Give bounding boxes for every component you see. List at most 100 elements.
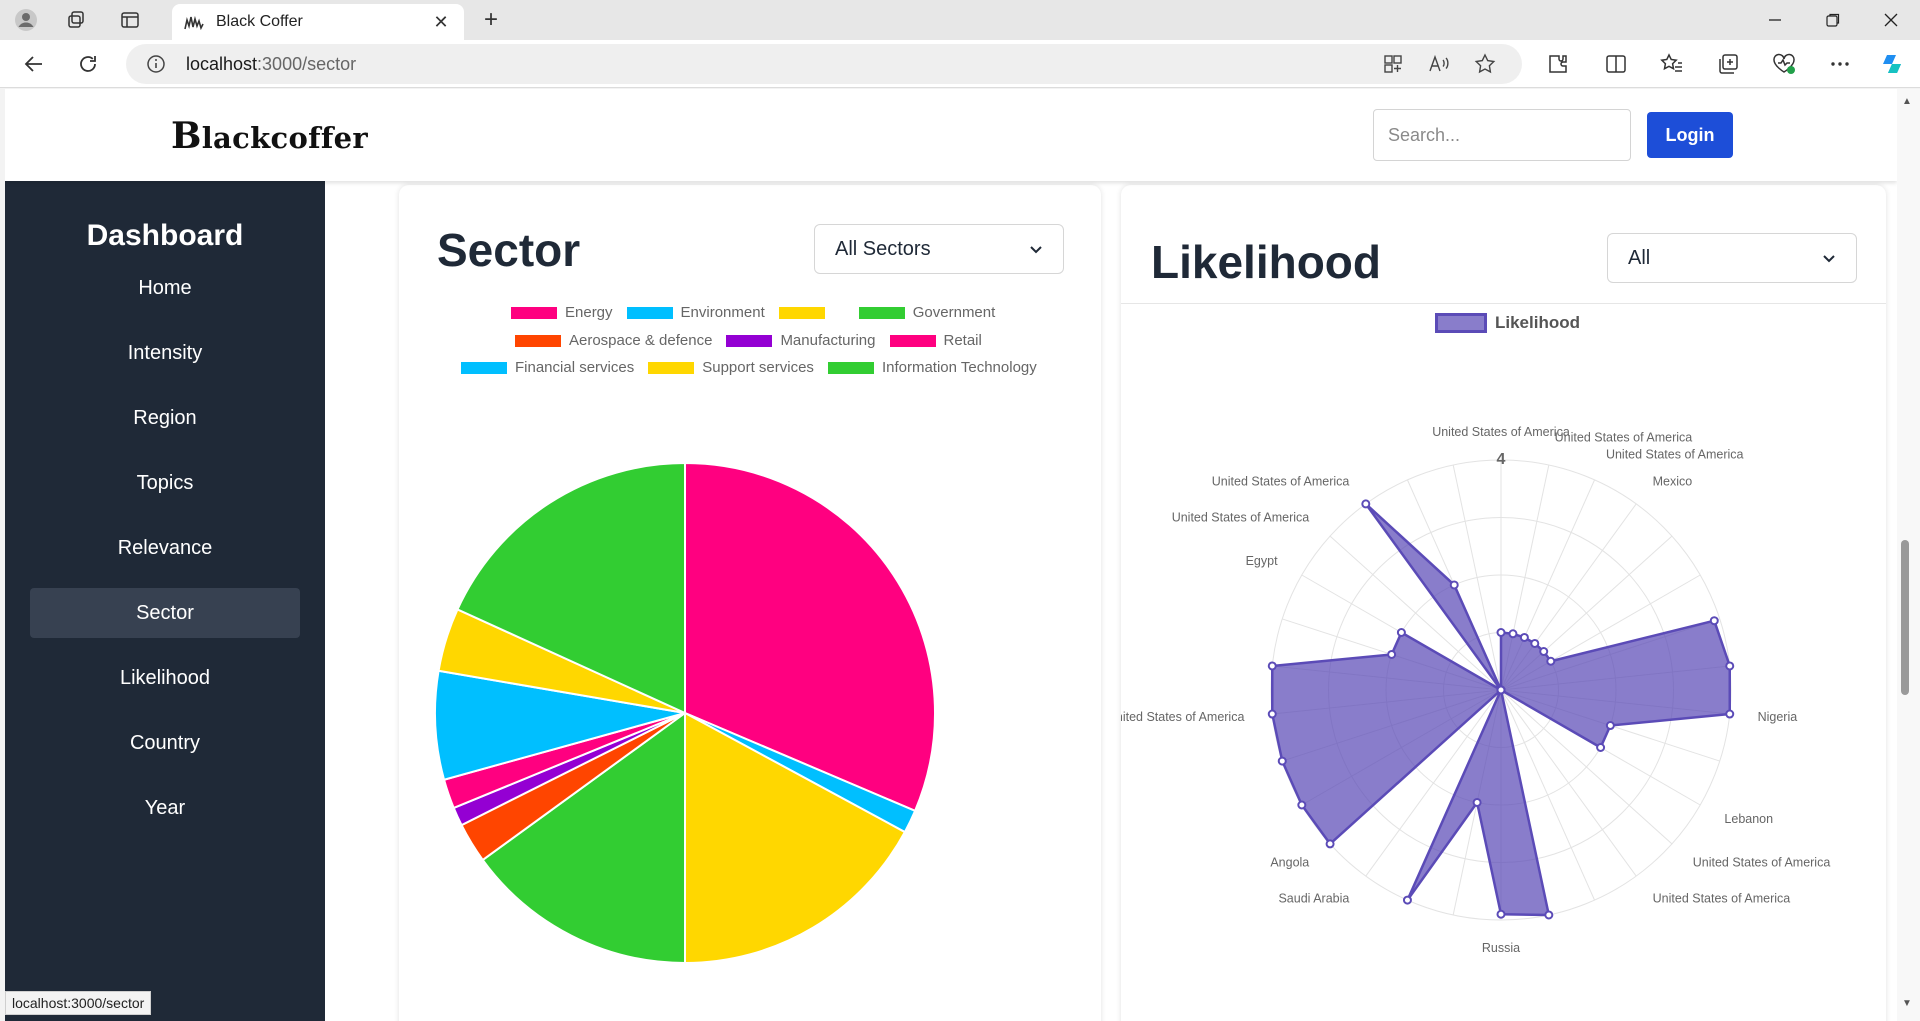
radar-point[interactable] bbox=[1709, 616, 1719, 626]
radar-point[interactable] bbox=[1472, 797, 1482, 807]
browser-essentials-icon[interactable] bbox=[1768, 49, 1800, 79]
legend-item[interactable]: Aerospace & defence bbox=[515, 332, 712, 349]
radar-point[interactable] bbox=[1508, 629, 1518, 639]
back-arrow-icon[interactable] bbox=[18, 49, 50, 79]
radar-legend-swatch bbox=[1435, 313, 1487, 333]
legend-item[interactable]: Manufacturing bbox=[726, 332, 876, 349]
restore-icon[interactable] bbox=[1804, 0, 1862, 40]
sector-pie-chart bbox=[434, 461, 936, 965]
legend-swatch bbox=[858, 306, 905, 319]
legend-item[interactable]: Environment bbox=[626, 304, 765, 321]
radar-point[interactable] bbox=[1277, 756, 1287, 766]
legend-item[interactable]: Financial services bbox=[461, 359, 634, 376]
radar-point[interactable] bbox=[1544, 910, 1554, 920]
radar-legend[interactable]: Likelihood bbox=[1435, 313, 1580, 333]
radar-point[interactable] bbox=[1539, 647, 1549, 657]
radar-legend-label: Likelihood bbox=[1495, 313, 1580, 332]
url-host: localhost bbox=[186, 54, 258, 74]
address-bar[interactable]: localhost:3000/sector bbox=[126, 44, 1522, 84]
sidebar-item-topics[interactable]: Topics bbox=[30, 458, 300, 508]
site-info-icon[interactable] bbox=[146, 54, 166, 74]
favorites-icon[interactable] bbox=[1656, 49, 1688, 79]
main-content: Sector All Sectors Energy Environment Go… bbox=[325, 181, 1897, 1021]
radar-point[interactable] bbox=[1496, 685, 1506, 695]
radar-point[interactable] bbox=[1361, 499, 1371, 509]
close-tab-icon[interactable]: ✕ bbox=[430, 12, 452, 33]
app-available-icon[interactable] bbox=[1380, 52, 1406, 76]
radar-tick-label: 4 bbox=[1497, 451, 1506, 468]
radar-point[interactable] bbox=[1725, 709, 1735, 719]
legend-item[interactable]: Government bbox=[858, 304, 995, 321]
legend-label: Retail bbox=[943, 332, 982, 349]
likelihood-select-value: All bbox=[1628, 247, 1651, 269]
extensions-icon[interactable] bbox=[1542, 49, 1574, 79]
sidebar-item-intensity[interactable]: Intensity bbox=[30, 328, 300, 378]
sidebar-item-home[interactable]: Home bbox=[30, 263, 300, 313]
search-input[interactable] bbox=[1373, 109, 1631, 161]
legend-item[interactable]: Support services bbox=[648, 359, 814, 376]
legend-item[interactable]: Energy bbox=[511, 304, 613, 321]
profile-icon[interactable] bbox=[12, 6, 40, 34]
sector-select[interactable]: All Sectors bbox=[814, 224, 1064, 274]
site-header: Blackcoffer Login bbox=[5, 89, 1897, 181]
blackcoffer-logo[interactable]: Blackcoffer bbox=[171, 115, 368, 157]
radar-axis-label: United States of America bbox=[1172, 510, 1310, 524]
legend-swatch bbox=[827, 361, 874, 374]
read-aloud-icon[interactable] bbox=[1426, 52, 1452, 76]
legend-swatch bbox=[626, 306, 673, 319]
radar-axis-label: United States of America bbox=[1212, 474, 1350, 488]
legend-row-3: Financial services Support services Info… bbox=[461, 359, 1051, 376]
favorite-star-icon[interactable] bbox=[1472, 52, 1498, 76]
legend-swatch bbox=[511, 306, 557, 319]
close-window-icon[interactable] bbox=[1862, 0, 1920, 40]
radar-point[interactable] bbox=[1267, 661, 1277, 671]
split-screen-icon[interactable] bbox=[1600, 49, 1632, 79]
legend-item[interactable]: Retail bbox=[889, 332, 982, 349]
radar-point[interactable] bbox=[1519, 632, 1529, 642]
login-button[interactable]: Login bbox=[1647, 112, 1733, 158]
radar-point[interactable] bbox=[1496, 909, 1506, 919]
legend-label: Support services bbox=[702, 359, 814, 376]
radar-point[interactable] bbox=[1325, 839, 1335, 849]
vertical-tabs-icon[interactable] bbox=[116, 6, 144, 34]
sidebar-item-year[interactable]: Year bbox=[30, 783, 300, 833]
radar-axis-label: United States of America bbox=[1653, 892, 1791, 906]
radar-point[interactable] bbox=[1496, 628, 1506, 637]
minimize-icon[interactable] bbox=[1746, 0, 1804, 40]
scrollbar-thumb[interactable] bbox=[1901, 540, 1909, 695]
new-tab-icon[interactable]: + bbox=[476, 6, 506, 36]
collections-tabs-icon[interactable] bbox=[62, 6, 90, 34]
sidebar-item-sector[interactable]: Sector bbox=[30, 588, 300, 638]
url-text[interactable]: localhost:3000/sector bbox=[186, 54, 356, 75]
radar-axis-label: Lebanon bbox=[1724, 812, 1773, 826]
collections-icon[interactable] bbox=[1712, 49, 1744, 79]
sidebar-item-region[interactable]: Region bbox=[30, 393, 300, 443]
radar-point[interactable] bbox=[1605, 721, 1615, 731]
copilot-icon[interactable] bbox=[1878, 49, 1910, 79]
radar-point[interactable] bbox=[1546, 656, 1556, 666]
legend-swatch bbox=[726, 334, 773, 347]
refresh-icon[interactable] bbox=[72, 49, 104, 79]
radar-point[interactable] bbox=[1530, 638, 1540, 648]
sidebar-item-country[interactable]: Country bbox=[30, 718, 300, 768]
legend-item[interactable]: Information Technology bbox=[827, 359, 1037, 376]
radar-point[interactable] bbox=[1449, 580, 1459, 590]
radar-point[interactable] bbox=[1725, 661, 1735, 671]
sidebar-item-likelihood[interactable]: Likelihood bbox=[30, 653, 300, 703]
scroll-up-arrow-icon[interactable]: ▲ bbox=[1898, 96, 1916, 110]
likelihood-select[interactable]: All bbox=[1607, 233, 1857, 283]
browser-tab[interactable]: Black Coffer ✕ bbox=[172, 4, 464, 40]
radar-point[interactable] bbox=[1596, 743, 1606, 752]
legend-item[interactable] bbox=[778, 306, 845, 319]
more-options-icon[interactable] bbox=[1824, 49, 1856, 79]
scroll-down-arrow-icon[interactable]: ▼ bbox=[1898, 998, 1916, 1012]
legend-label: Energy bbox=[565, 304, 613, 321]
radar-axis-label: Russia bbox=[1482, 941, 1520, 955]
radar-point[interactable] bbox=[1267, 709, 1277, 719]
radar-point[interactable] bbox=[1387, 649, 1397, 659]
browser-tab-bar: Black Coffer ✕ + bbox=[0, 0, 1920, 40]
radar-point[interactable] bbox=[1396, 628, 1406, 637]
radar-point[interactable] bbox=[1297, 800, 1307, 810]
sidebar-item-relevance[interactable]: Relevance bbox=[30, 523, 300, 573]
radar-point[interactable] bbox=[1402, 895, 1412, 905]
